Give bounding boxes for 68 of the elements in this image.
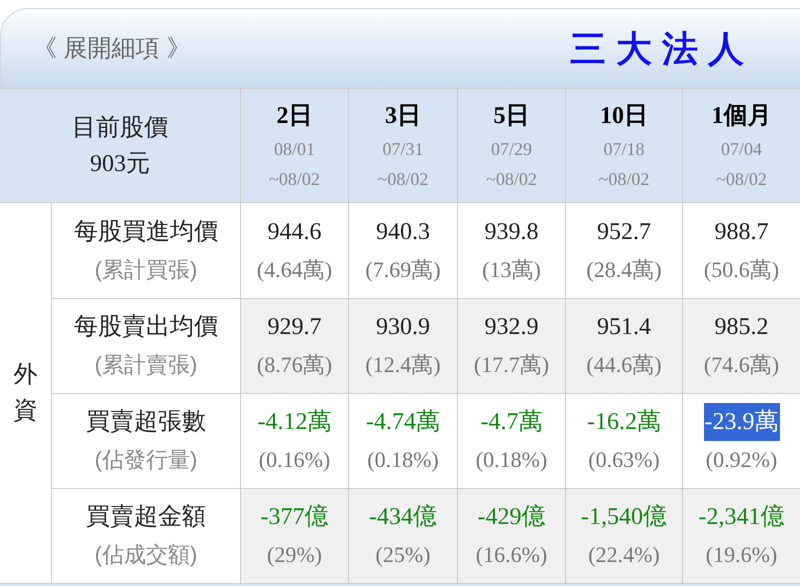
row-label: 買賣超金額 bbox=[86, 502, 206, 532]
value-text: 932.9 bbox=[484, 313, 540, 342]
value-subtext: (8.76萬) bbox=[256, 351, 332, 379]
period-label: 2日 bbox=[276, 102, 312, 130]
value-text: 952.7 bbox=[596, 218, 652, 246]
value-subtext: (29%) bbox=[267, 541, 322, 569]
value-subtext: (19.6%) bbox=[706, 541, 778, 569]
period-label: 3日 bbox=[385, 102, 421, 130]
period-end-date: ~08/02 bbox=[716, 168, 767, 190]
price-value: 903元 bbox=[90, 150, 150, 178]
period-start-date: 07/18 bbox=[603, 138, 644, 160]
period-start-date: 07/04 bbox=[720, 138, 762, 160]
row-label: 買賣超張數 bbox=[86, 407, 206, 437]
period-start-date: 07/29 bbox=[490, 138, 532, 160]
value-subtext: (4.64萬) bbox=[256, 256, 332, 284]
value-text: 944.6 bbox=[266, 218, 322, 246]
period-label: 1個月 bbox=[712, 102, 772, 130]
value-text: -2,341億 bbox=[698, 503, 786, 532]
price-label: 目前股價 bbox=[72, 112, 168, 142]
value-text: -1,540億 bbox=[580, 503, 668, 532]
value-text: -377億 bbox=[260, 503, 330, 532]
value-text: -4.7萬 bbox=[480, 408, 544, 437]
period-end-date: ~08/02 bbox=[378, 168, 428, 190]
value-text: 940.3 bbox=[375, 218, 431, 246]
value-subtext: (50.6萬) bbox=[704, 256, 780, 284]
period-label: 5日 bbox=[494, 102, 530, 130]
value-subtext: (17.7萬) bbox=[474, 351, 550, 379]
value-subtext: (13萬) bbox=[482, 256, 541, 284]
period-start-date: 08/01 bbox=[274, 138, 315, 160]
row-label: 每股買進均價 bbox=[74, 216, 218, 246]
value-text: 929.7 bbox=[266, 313, 322, 342]
value-subtext: (0.18%) bbox=[367, 446, 439, 474]
row-sublabel: (累計買張) bbox=[94, 256, 198, 284]
value-subtext: (25%) bbox=[376, 541, 430, 569]
value-text: -429億 bbox=[476, 503, 546, 532]
period-end-date: ~08/02 bbox=[598, 168, 650, 190]
value-text: -23.9萬 bbox=[704, 403, 780, 441]
value-text: 988.7 bbox=[714, 218, 770, 246]
value-subtext: (0.18%) bbox=[476, 446, 548, 474]
period-label: 10日 bbox=[600, 102, 648, 130]
value-subtext: (22.4%) bbox=[588, 541, 660, 569]
row-sublabel: (佔成交額) bbox=[94, 541, 198, 569]
section-title: 三 大 法 人 bbox=[570, 26, 745, 70]
period-start-date: 07/31 bbox=[382, 138, 424, 160]
value-subtext: (74.6萬) bbox=[704, 351, 780, 379]
period-end-date: ~08/02 bbox=[486, 168, 537, 190]
row-sublabel: (佔發行量) bbox=[94, 446, 198, 474]
value-text: -4.74萬 bbox=[365, 408, 441, 437]
value-subtext: (0.63%) bbox=[588, 446, 660, 474]
value-subtext: (0.16%) bbox=[258, 446, 330, 474]
row-label: 每股賣出均價 bbox=[74, 312, 218, 342]
value-text: -434億 bbox=[368, 503, 438, 532]
value-subtext: (44.6萬) bbox=[586, 351, 662, 379]
value-subtext: (28.4萬) bbox=[586, 256, 662, 284]
value-subtext: (7.69萬) bbox=[365, 256, 441, 284]
value-subtext: (0.92%) bbox=[706, 446, 778, 474]
value-subtext: (16.6%) bbox=[476, 541, 548, 569]
row-sublabel: (累計賣張) bbox=[94, 351, 198, 379]
expand-details-link[interactable]: 《 展開細項 》 bbox=[33, 30, 190, 66]
investor-group-label: 外資 bbox=[14, 360, 38, 426]
value-text: 951.4 bbox=[596, 313, 652, 342]
period-end-date: ~08/02 bbox=[269, 168, 320, 190]
value-subtext: (12.4萬) bbox=[365, 351, 441, 379]
value-text: 939.8 bbox=[484, 218, 540, 246]
value-text: -4.12萬 bbox=[256, 408, 332, 437]
value-text: 985.2 bbox=[714, 313, 770, 342]
value-text: -16.2萬 bbox=[586, 408, 662, 437]
value-text: 930.9 bbox=[375, 313, 431, 342]
